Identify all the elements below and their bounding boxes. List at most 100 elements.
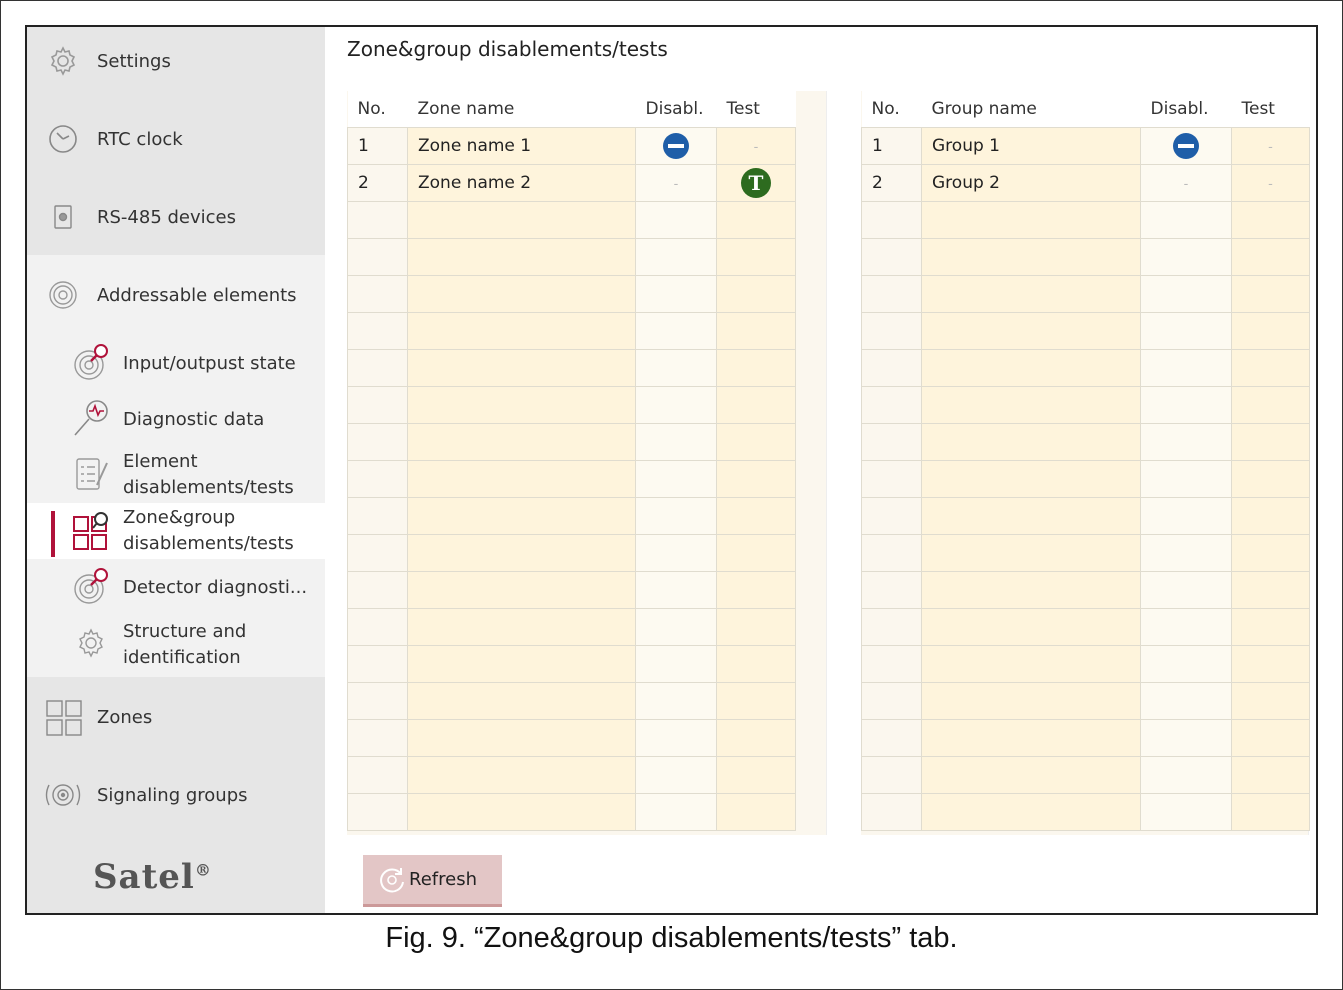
cell-disabled[interactable] [1140,533,1232,572]
cell-test[interactable] [1231,533,1310,572]
cell-test[interactable] [716,718,796,757]
cell-no[interactable] [861,459,922,498]
cell-name[interactable] [407,200,636,239]
cell-disabled[interactable] [635,644,717,683]
cell-name[interactable] [407,792,636,831]
cell-disabled[interactable] [1140,422,1232,461]
cell-no[interactable] [347,792,408,831]
column-header-no[interactable]: No. [347,91,408,127]
cell-no[interactable]: 2 [347,163,408,202]
cell-test[interactable] [716,274,796,313]
table-row[interactable] [347,644,796,683]
table-row[interactable] [861,385,1310,424]
refresh-button[interactable]: Refresh [363,855,502,907]
cell-test[interactable] [716,792,796,831]
cell-no[interactable] [347,348,408,387]
cell-name[interactable] [921,274,1141,313]
table-row[interactable] [347,533,796,572]
table-row[interactable] [347,718,796,757]
cell-disabled[interactable] [635,385,717,424]
table-row[interactable] [347,755,796,794]
cell-no[interactable] [861,274,922,313]
cell-name[interactable] [407,237,636,276]
cell-name[interactable] [407,496,636,535]
cell-test[interactable] [716,348,796,387]
table-row[interactable] [861,792,1310,831]
sidebar-subitem-input-output-state[interactable]: Input/outpust state [27,341,325,385]
table-row[interactable] [861,681,1310,720]
cell-no[interactable] [861,681,922,720]
sidebar-subitem-zone-group-disablements[interactable]: Zone&group disablements/tests [27,505,325,559]
cell-no[interactable] [861,533,922,572]
cell-no[interactable] [347,422,408,461]
table-row[interactable] [347,311,796,350]
table-row[interactable]: 1 Zone name 1 - [347,126,796,165]
table-row[interactable] [861,237,1310,276]
table-row[interactable] [347,681,796,720]
table-row[interactable]: 2 Group 2 - - [861,163,1310,202]
cell-test[interactable] [716,644,796,683]
cell-disabled[interactable] [1140,792,1232,831]
cell-name[interactable] [921,755,1141,794]
cell-disabled[interactable] [635,792,717,831]
table-row[interactable] [347,607,796,646]
cell-disabled[interactable] [1140,200,1232,239]
cell-name[interactable] [921,681,1141,720]
cell-test[interactable]: - [1231,163,1310,202]
cell-disabled[interactable] [635,200,717,239]
cell-test[interactable] [1231,311,1310,350]
table-row[interactable] [347,570,796,609]
cell-disabled[interactable] [635,533,717,572]
cell-test[interactable] [1231,718,1310,757]
cell-no[interactable] [347,385,408,424]
cell-disabled[interactable] [1140,126,1232,165]
cell-test[interactable]: - [1231,126,1310,165]
cell-no[interactable] [861,348,922,387]
cell-no[interactable] [861,718,922,757]
cell-no[interactable] [861,385,922,424]
cell-name[interactable] [921,570,1141,609]
cell-test[interactable] [1231,792,1310,831]
sidebar-item-zones[interactable]: Zones [27,695,325,739]
cell-name[interactable] [921,792,1141,831]
cell-no[interactable] [347,274,408,313]
cell-name[interactable] [921,533,1141,572]
cell-name[interactable] [407,385,636,424]
cell-test[interactable] [716,200,796,239]
cell-name[interactable] [407,718,636,757]
cell-test[interactable] [716,533,796,572]
cell-disabled[interactable] [635,348,717,387]
cell-name[interactable] [921,311,1141,350]
cell-disabled[interactable] [1140,755,1232,794]
cell-test[interactable] [716,607,796,646]
cell-name[interactable] [921,718,1141,757]
cell-no[interactable] [347,533,408,572]
table-row[interactable] [347,237,796,276]
cell-test[interactable] [1231,200,1310,239]
sidebar-subitem-detector-diagnostics[interactable]: Detector diagnosti... [27,565,325,609]
table-row[interactable] [861,755,1310,794]
cell-name[interactable] [407,311,636,350]
table-row[interactable]: 1 Group 1 - [861,126,1310,165]
column-header-test[interactable]: Test [1231,91,1310,127]
cell-no[interactable] [861,607,922,646]
cell-disabled[interactable] [635,718,717,757]
sidebar-item-rs485-devices[interactable]: RS-485 devices [27,197,325,237]
cell-name[interactable]: Group 1 [921,126,1141,165]
table-row[interactable] [861,570,1310,609]
sidebar-item-signaling-groups[interactable]: Signaling groups [27,775,325,815]
table-row[interactable] [861,496,1310,535]
cell-test[interactable] [1231,681,1310,720]
cell-no[interactable] [347,607,408,646]
table-row[interactable] [347,496,796,535]
cell-disabled[interactable] [1140,570,1232,609]
cell-name[interactable] [921,385,1141,424]
cell-test[interactable] [1231,496,1310,535]
cell-no[interactable] [861,792,922,831]
cell-disabled[interactable] [1140,237,1232,276]
sidebar-subitem-element-disablements[interactable]: Element disablements/tests [27,449,325,503]
cell-test[interactable] [716,570,796,609]
cell-test[interactable] [716,496,796,535]
table-row[interactable] [861,348,1310,387]
cell-no[interactable]: 2 [861,163,922,202]
